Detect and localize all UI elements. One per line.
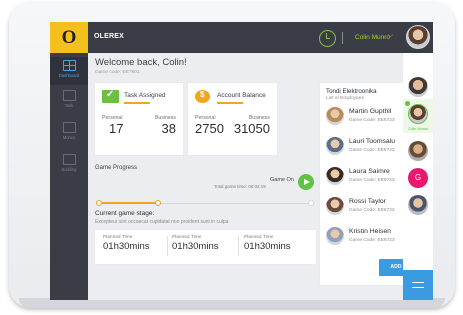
dashboard-icon: [62, 60, 76, 71]
app-title: OLEREX: [94, 33, 124, 40]
sidebar-item-label: Money: [62, 135, 76, 140]
business-balance-value: 31050: [233, 121, 270, 136]
business-tasks-value: 38: [161, 121, 176, 136]
rail-active-name: Colin Munro: [407, 127, 429, 131]
card-title: Task Assigned: [124, 92, 166, 99]
app-logo[interactable]: O: [50, 22, 88, 53]
rail-player-avatar[interactable]: [408, 77, 428, 97]
employee-avatar: [326, 107, 344, 125]
rail-player-avatar[interactable]: G: [408, 168, 428, 188]
money-icon: [62, 122, 76, 133]
employee-name: Lauri Toomsalu: [349, 138, 395, 145]
divider: [342, 32, 343, 44]
sidebar-item-label: Dashboard: [58, 73, 80, 78]
planned-time-item: Planned Time 01h30mins: [103, 235, 169, 252]
employee-avatar: [326, 197, 344, 215]
sidebar-item-money[interactable]: Money: [50, 119, 88, 147]
piggy-bank-icon: [195, 90, 210, 103]
task-assigned-card[interactable]: Task Assigned Personal Business 17 38: [95, 83, 183, 155]
employee-game-code: Game Code: EE6723: [349, 178, 395, 183]
card-title-underline: [124, 102, 150, 104]
card-title-underline: [217, 102, 243, 104]
top-bar: O OLEREX Colin Munro ⌵: [50, 22, 433, 53]
stage-title: Current game stage:: [95, 210, 155, 217]
progress-fill: [98, 202, 158, 204]
total-game-time: Total game time: 00:02:19: [214, 184, 266, 189]
sidebar-item-building[interactable]: Building: [50, 151, 88, 179]
employee-game-code: Game Code: EE6723: [349, 238, 395, 243]
online-badge: [405, 101, 410, 106]
welcome-heading: Welcome back, Colin!: [95, 57, 187, 68]
chevron-down-icon[interactable]: ⌵: [388, 32, 393, 40]
checklist-icon: [102, 89, 119, 103]
game-progress-title: Game Progress: [95, 165, 138, 171]
planned-time-value: 01h30mins: [103, 241, 150, 252]
personal-tasks-value: 17: [109, 121, 124, 136]
employee-avatar: [326, 167, 344, 185]
timer-icon[interactable]: [319, 30, 336, 47]
employee-avatar: [326, 227, 344, 245]
app-screen: O OLEREX Colin Munro ⌵ Dashboard Task Mo…: [50, 22, 433, 300]
employees-subtitle: List of Employees: [326, 96, 364, 101]
employee-game-code: Game Code: EE6723: [349, 118, 395, 123]
account-balance-card[interactable]: Account Balance Personal Business 2750 3…: [188, 83, 277, 155]
rail-player-avatar[interactable]: [408, 141, 428, 161]
employee-name: Martin Gupthll: [349, 108, 392, 115]
planned-time-value: 01h30mins: [244, 241, 291, 252]
company-name: Tondi Elektroonika: [326, 88, 377, 95]
game-status: Game On: [270, 177, 294, 183]
switch-button[interactable]: [403, 270, 433, 300]
player-rail: Colin Munro G: [403, 53, 433, 300]
progress-node: [308, 200, 314, 206]
task-icon: [62, 90, 76, 101]
user-avatar[interactable]: [406, 25, 430, 49]
personal-balance-value: 2750: [195, 121, 224, 136]
stage-description: Excepteur sint occaecat cupidatat non pr…: [95, 219, 229, 225]
sidebar-item-dashboard[interactable]: Dashboard: [50, 57, 88, 85]
planned-time-label: Planned Time: [103, 235, 133, 240]
tablet-device: O OLEREX Colin Munro ⌵ Dashboard Task Mo…: [9, 2, 455, 308]
planned-time-label: Planned Time: [244, 235, 274, 240]
divider: [238, 236, 239, 256]
employee-name: Rossi Taylor: [349, 198, 386, 205]
progress-node: [96, 200, 102, 206]
sidebar-item-task[interactable]: Task: [50, 87, 88, 115]
employee-game-code: Game Code: EE6723: [349, 148, 395, 153]
left-sidebar: Dashboard Task Money Building: [50, 53, 88, 300]
progress-node: [155, 200, 161, 206]
planned-time-card: Planned Time 01h30mins Planned Time 01h3…: [95, 230, 316, 264]
card-title: Account Balance: [217, 92, 266, 99]
planned-time-item: Planned Time 01h30mins: [172, 235, 238, 252]
play-button[interactable]: [298, 174, 314, 190]
game-code: Game code: EE7801: [95, 70, 140, 75]
sidebar-item-label: Task: [64, 103, 74, 108]
employee-avatar: [326, 137, 344, 155]
employee-name: Kristin Heisen: [349, 228, 391, 235]
building-icon: [62, 154, 76, 165]
planned-time-value: 01h30mins: [172, 241, 219, 252]
swap-arrows-icon: [412, 280, 424, 290]
rail-player-avatar[interactable]: [408, 195, 428, 215]
employee-game-code: Game Code: EE6723: [349, 208, 395, 213]
employee-name: Laura Saimre: [349, 168, 390, 175]
planned-time-item: Planned Time 01h30mins: [244, 235, 310, 252]
sidebar-item-label: Building: [61, 167, 77, 172]
planned-time-label: Planned Time: [172, 235, 202, 240]
user-menu[interactable]: Colin Munro: [355, 34, 390, 41]
rail-player-avatar: [408, 104, 428, 124]
divider: [167, 236, 168, 256]
